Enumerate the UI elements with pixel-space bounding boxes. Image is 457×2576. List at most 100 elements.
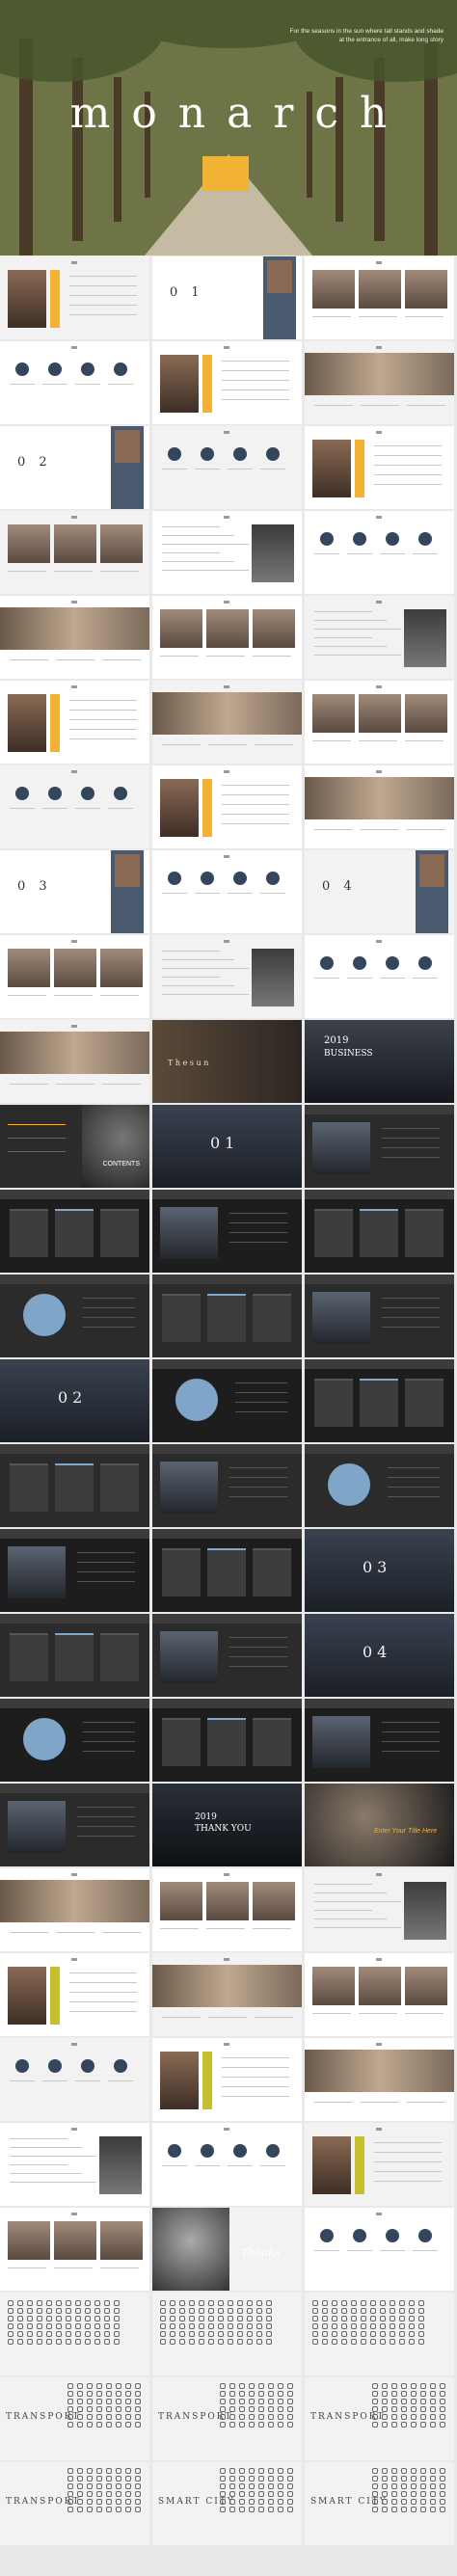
slide-thumbnail[interactable] <box>305 1105 454 1188</box>
slide-thumbnail[interactable]: Enter Your Title Here <box>305 1784 454 1866</box>
slide-thumbnail[interactable] <box>152 2038 302 2121</box>
slide-thumbnail[interactable] <box>0 1699 149 1782</box>
slide-thumbnail[interactable] <box>305 1444 454 1527</box>
slide-thumbnail[interactable] <box>305 1699 454 1782</box>
slide-thumbnail[interactable] <box>152 341 302 424</box>
slide-thumbnail[interactable]: 01 <box>152 1105 302 1188</box>
slide-thumbnail[interactable] <box>305 1190 454 1273</box>
slide-thumbnail[interactable] <box>152 596 302 679</box>
slide-thumbnail[interactable] <box>0 596 149 679</box>
icon <box>372 2476 378 2482</box>
icon-dot <box>353 532 366 546</box>
slide-thumbnail[interactable] <box>0 1190 149 1273</box>
slide-thumbnail[interactable] <box>305 426 454 509</box>
icon <box>440 2476 445 2482</box>
slide-thumbnail[interactable] <box>305 2038 454 2121</box>
text-line <box>206 656 245 657</box>
slide-thumbnail[interactable] <box>305 2208 454 2291</box>
slide-thumbnail[interactable] <box>0 2038 149 2121</box>
slide-thumbnail[interactable] <box>152 1275 302 1357</box>
icon <box>322 2316 328 2321</box>
slide-thumbnail[interactable] <box>305 256 454 339</box>
slide-thumbnail[interactable]: 03 <box>305 1529 454 1612</box>
slide-thumbnail[interactable]: 0 4 <box>305 850 454 933</box>
slide-thumbnail[interactable] <box>305 2293 454 2375</box>
slide-thumbnail[interactable]: T h e s u n <box>152 1020 302 1103</box>
slide-thumbnail[interactable] <box>152 850 302 933</box>
slide-thumbnail[interactable]: SMART CITY <box>305 2462 454 2545</box>
icon <box>229 2422 235 2428</box>
slide-thumbnail[interactable] <box>0 256 149 339</box>
slide-thumbnail[interactable] <box>305 681 454 764</box>
icon <box>380 2339 386 2345</box>
slide-thumbnail[interactable]: 2019 BUSINESS <box>305 1020 454 1103</box>
slide-thumbnail[interactable]: 2019 THANK YOU <box>152 1784 302 1866</box>
slide-thumbnail[interactable]: Thanks <box>152 2208 302 2291</box>
slide-thumbnail[interactable] <box>305 1359 454 1442</box>
slide-thumbnail[interactable] <box>305 1275 454 1357</box>
slide-thumbnail[interactable] <box>152 1444 302 1527</box>
slide-thumbnail[interactable] <box>0 341 149 424</box>
slide-thumbnail[interactable] <box>0 681 149 764</box>
icon <box>249 2391 255 2397</box>
slide-thumbnail[interactable] <box>152 935 302 1018</box>
slide-thumbnail[interactable] <box>152 1699 302 1782</box>
slide-thumbnail[interactable]: 04 <box>305 1614 454 1697</box>
slide-thumbnail[interactable] <box>305 596 454 679</box>
slide-thumbnail[interactable] <box>305 341 454 424</box>
slide-thumbnail[interactable] <box>152 2293 302 2375</box>
icon <box>106 2399 112 2404</box>
slide-thumbnail[interactable] <box>152 426 302 509</box>
slide-thumbnail[interactable] <box>305 1868 454 1951</box>
slide-thumbnail[interactable] <box>305 2123 454 2206</box>
slide-thumbnail[interactable] <box>152 1953 302 2036</box>
slide-thumbnail[interactable]: 02 <box>0 1359 149 1442</box>
slide-thumbnail[interactable] <box>0 1614 149 1697</box>
icon <box>114 2323 120 2329</box>
slide-thumbnail[interactable] <box>152 765 302 848</box>
slide-thumbnail[interactable] <box>0 935 149 1018</box>
icon <box>218 2308 224 2314</box>
slide-thumbnail[interactable]: SMART CITY <box>152 2462 302 2545</box>
slide-thumbnail[interactable]: TRANSPORT <box>305 2377 454 2460</box>
slide-thumbnail[interactable]: CONTENTS <box>0 1105 149 1188</box>
icon-dot <box>201 447 214 461</box>
icon <box>382 2476 388 2482</box>
contents-line <box>8 1138 66 1139</box>
slide-thumbnail[interactable] <box>152 1359 302 1442</box>
icon <box>418 2331 424 2337</box>
slide-thumbnail[interactable] <box>152 1614 302 1697</box>
slide-thumbnail[interactable] <box>0 1953 149 2036</box>
slide-thumbnail[interactable] <box>152 511 302 594</box>
slide-thumbnail[interactable] <box>0 1784 149 1866</box>
slide-thumbnail[interactable] <box>0 2293 149 2375</box>
slide-thumbnail[interactable] <box>305 1953 454 2036</box>
slide-thumbnail[interactable] <box>152 2123 302 2206</box>
slide-thumbnail[interactable]: 0 1 <box>152 256 302 339</box>
icon <box>256 2323 262 2329</box>
cover-slide[interactable]: monarch For the seasons in the sun where… <box>0 0 457 255</box>
slide-thumbnail[interactable] <box>305 765 454 848</box>
slide-thumbnail[interactable] <box>0 1275 149 1357</box>
slide-thumbnail[interactable]: TRANSPORT <box>0 2377 149 2460</box>
slide-thumbnail[interactable] <box>152 1529 302 1612</box>
slide-thumbnail[interactable] <box>0 1529 149 1612</box>
slide-thumbnail[interactable] <box>0 511 149 594</box>
text-line <box>374 465 442 466</box>
slide-thumbnail[interactable] <box>152 1868 302 1951</box>
slide-thumbnail[interactable] <box>0 2123 149 2206</box>
slide-thumbnail[interactable]: TRANSPORT <box>152 2377 302 2460</box>
slide-thumbnail[interactable] <box>0 1444 149 1527</box>
slide-thumbnail[interactable]: TRANSPORT <box>0 2462 149 2545</box>
slide-thumbnail[interactable] <box>0 1868 149 1951</box>
slide-thumbnail[interactable] <box>305 935 454 1018</box>
slide-thumbnail[interactable] <box>305 511 454 594</box>
slide-thumbnail[interactable] <box>0 765 149 848</box>
slide-thumbnail[interactable] <box>152 1190 302 1273</box>
slide-thumbnail[interactable] <box>0 1020 149 1103</box>
slide-thumbnail[interactable] <box>0 2208 149 2291</box>
slide-thumbnail[interactable] <box>152 681 302 764</box>
slide-thumbnail[interactable]: 0 3 <box>0 850 149 933</box>
text-line <box>314 1892 387 1893</box>
slide-thumbnail[interactable]: 0 2 <box>0 426 149 509</box>
